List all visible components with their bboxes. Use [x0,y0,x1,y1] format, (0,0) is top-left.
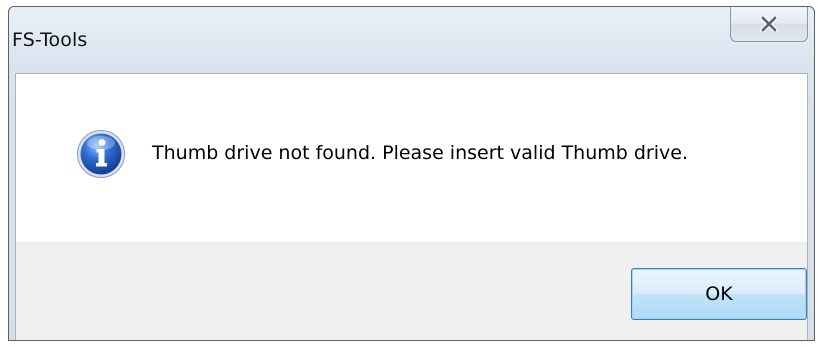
ok-button[interactable]: OK [631,268,807,320]
message-dialog-window: FS-Tools Thumb drive not found. Please i… [8,6,815,341]
close-x-icon [760,15,778,32]
message-area: Thumb drive not found. Please insert val… [16,74,807,242]
dialog-message: Thumb drive not found. Please insert val… [152,142,688,164]
dialog-client-area: Thumb drive not found. Please insert val… [15,73,808,340]
button-bar: OK [16,242,807,340]
window-title: FS-Tools [12,29,88,51]
information-icon [76,129,126,179]
close-button[interactable] [730,7,808,42]
title-bar[interactable]: FS-Tools [9,7,814,73]
